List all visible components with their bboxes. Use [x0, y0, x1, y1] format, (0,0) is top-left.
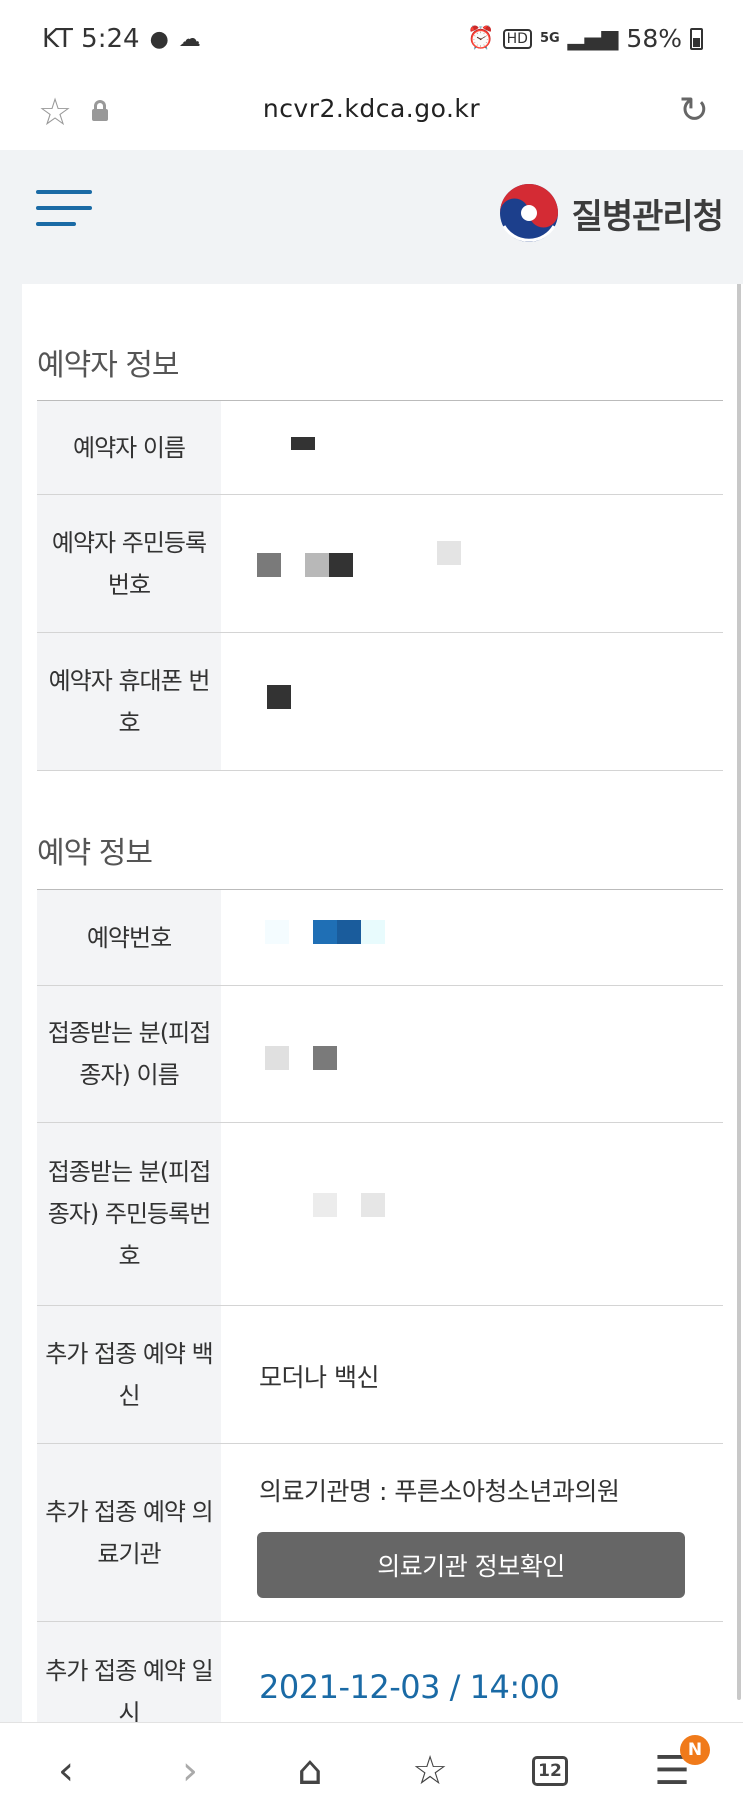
kdca-logo[interactable]: 질병관리청: [498, 182, 724, 244]
reservation-info-table: 예약번호 접종받는 분(피접종자) 이름 접종받는 분(피접종자) 주민등록번호: [37, 889, 723, 1722]
reserver-info-table: 예약자 이름 예약자 주민등록번호 예약자 휴대폰 번호: [37, 400, 723, 771]
signal-icon: ▂▄▆: [567, 26, 619, 51]
taegeuk-emblem-icon: [499, 184, 558, 242]
alarm-icon: ⏰: [467, 26, 495, 51]
battery-icon: [690, 27, 703, 50]
row-value-redacted: [221, 633, 723, 770]
tabs-count: 12: [532, 1756, 568, 1786]
table-row: 추가 접종 예약 의료기관 의료기관명 : 푸른소아청소년과의원 의료기관 정보…: [37, 1444, 723, 1622]
row-label: 접종받는 분(피접종자) 주민등록번호: [37, 1123, 221, 1305]
back-icon[interactable]: ‹: [36, 1741, 96, 1801]
vaccine-value: 모더나 백신: [221, 1306, 723, 1443]
logo-text: 질병관리청: [571, 196, 724, 237]
section-title-reservation: 예약 정보: [37, 836, 153, 871]
carrier-time: KT 5:24: [42, 24, 140, 54]
bookmarks-icon[interactable]: ☆: [400, 1741, 460, 1801]
chat-bubble-icon: ●: [149, 26, 169, 52]
table-row: 접종받는 분(피접종자) 이름: [37, 986, 723, 1123]
reservation-datetime: 2021-12-03 / 14:00: [259, 1668, 560, 1706]
url-field[interactable]: ncvr2.kdca.go.kr: [0, 94, 743, 123]
browser-bottom-nav: ‹ › ⌂ ☆ 12 ☰ N: [0, 1722, 743, 1817]
vaccine-name: 모더나 백신: [259, 1363, 379, 1392]
5g-icon: 5G: [539, 31, 560, 46]
table-row: 접종받는 분(피접종자) 주민등록번호: [37, 1123, 723, 1306]
table-row: 예약자 이름: [37, 401, 723, 495]
tabs-button[interactable]: 12: [520, 1741, 580, 1801]
status-bar: KT 5:24 ● ☁ ⏰ HD 5G ▂▄▆ 58%: [0, 0, 743, 80]
menu-icon[interactable]: ☰ N: [642, 1735, 710, 1801]
scrollbar[interactable]: [737, 270, 741, 1700]
site-header: 질병관리청: [0, 150, 743, 284]
reload-icon[interactable]: ↻: [679, 90, 709, 131]
row-value-redacted: [221, 890, 723, 985]
status-right: ⏰ HD 5G ▂▄▆ 58%: [467, 24, 703, 53]
clinic-name: 의료기관명 : 푸른소아청소년과의원: [259, 1477, 620, 1506]
row-value-redacted: [221, 986, 723, 1122]
forward-icon[interactable]: ›: [160, 1741, 220, 1801]
home-icon[interactable]: ⌂: [280, 1741, 340, 1801]
notification-badge: N: [680, 1735, 710, 1765]
row-value-redacted: [221, 495, 723, 632]
left-gutter: [0, 150, 22, 1722]
section-title-reserver: 예약자 정보: [37, 348, 180, 383]
clinic-value: 의료기관명 : 푸른소아청소년과의원 의료기관 정보확인: [221, 1444, 723, 1621]
row-label: 예약번호: [37, 890, 221, 985]
row-label: 예약자 이름: [37, 401, 221, 494]
table-row: 예약번호: [37, 890, 723, 986]
address-bar: ☆ ncvr2.kdca.go.kr ↻: [0, 80, 743, 150]
row-label: 예약자 주민등록번호: [37, 495, 221, 632]
row-label: 예약자 휴대폰 번호: [37, 633, 221, 770]
hd-icon: HD: [502, 28, 532, 49]
row-value-redacted: [221, 1123, 723, 1305]
web-page: 질병관리청 예약자 정보 예약자 이름 예약자 주민등록번호 예약자 휴대폰 번…: [0, 150, 743, 1722]
table-row: 예약자 주민등록번호: [37, 495, 723, 633]
row-label: 접종받는 분(피접종자) 이름: [37, 986, 221, 1122]
table-row: 추가 접종 예약 일시 2021-12-03 / 14:00: [37, 1622, 723, 1722]
row-value-redacted: [221, 401, 723, 494]
hamburger-menu-icon[interactable]: [36, 190, 92, 230]
row-label: 추가 접종 예약 의료기관: [37, 1444, 221, 1621]
table-row: 예약자 휴대폰 번호: [37, 633, 723, 771]
clinic-info-button[interactable]: 의료기관 정보확인: [257, 1532, 685, 1598]
datetime-value: 2021-12-03 / 14:00: [221, 1622, 723, 1722]
table-row: 추가 접종 예약 백신 모더나 백신: [37, 1306, 723, 1444]
status-left: KT 5:24 ● ☁: [42, 24, 201, 54]
battery-percent: 58%: [626, 24, 682, 53]
row-label: 추가 접종 예약 백신: [37, 1306, 221, 1443]
cloud-icon: ☁: [178, 26, 201, 52]
row-label: 추가 접종 예약 일시: [37, 1622, 221, 1722]
